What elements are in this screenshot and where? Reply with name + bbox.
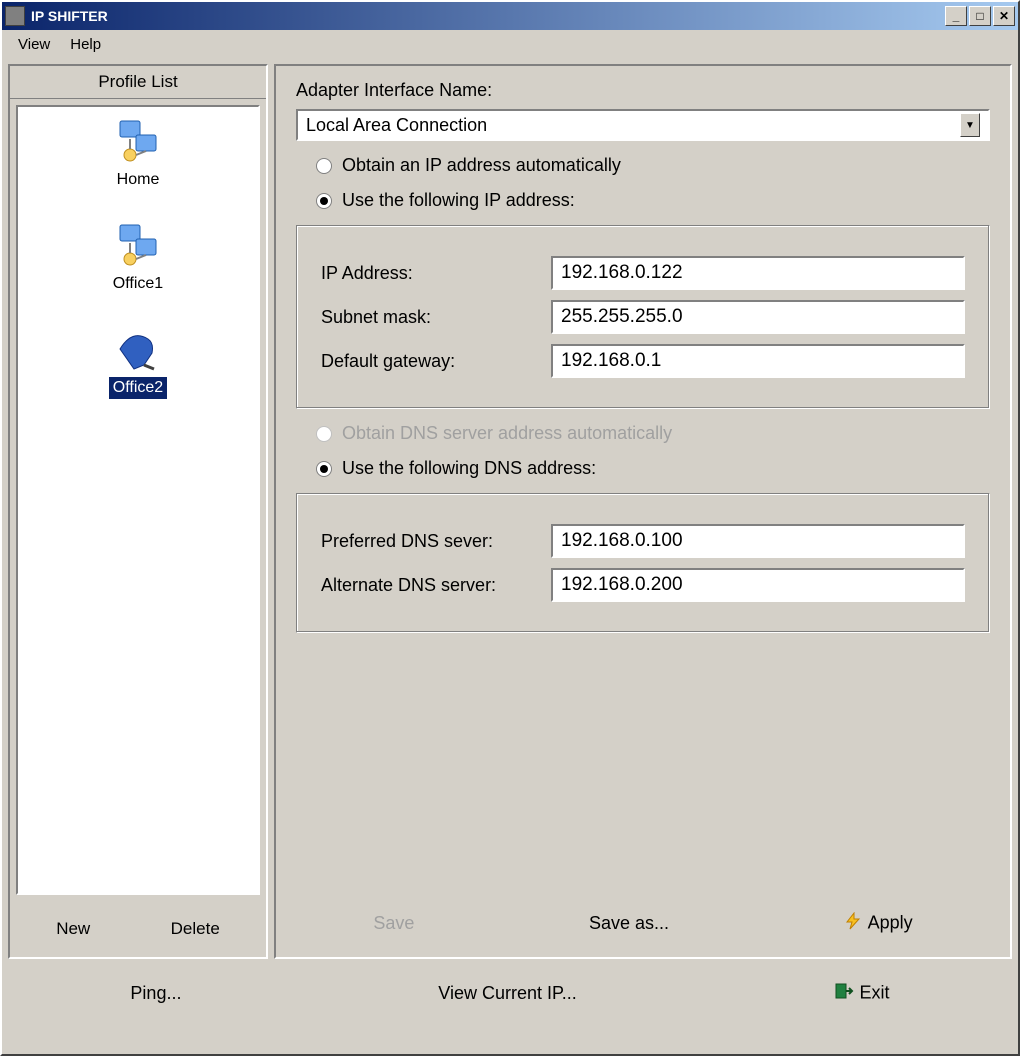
gateway-input[interactable]	[551, 344, 965, 378]
alt-dns-label: Alternate DNS server:	[321, 575, 551, 596]
profile-item-home[interactable]: Home	[113, 117, 164, 191]
exit-button[interactable]: Exit	[820, 975, 904, 1012]
profile-list: Home Office1	[16, 105, 260, 895]
ip-fieldset: IP Address: Subnet mask: Default gateway…	[296, 225, 990, 409]
maximize-button[interactable]: □	[969, 6, 991, 26]
ip-address-input[interactable]	[551, 256, 965, 290]
dns-fieldset: Preferred DNS sever: Alternate DNS serve…	[296, 493, 990, 633]
radio-dns-auto: Obtain DNS server address automatically	[316, 423, 990, 444]
adapter-value: Local Area Connection	[306, 115, 487, 136]
network-icon	[114, 117, 162, 165]
exit-label: Exit	[860, 982, 890, 1002]
profile-panel: Profile List Home	[8, 64, 268, 959]
save-as-button[interactable]: Save as...	[575, 907, 683, 940]
profile-label: Home	[113, 169, 164, 191]
ip-address-label: IP Address:	[321, 263, 551, 284]
title-bar: IP SHIFTER _ □ ✕	[2, 2, 1018, 30]
radio-icon	[316, 461, 332, 477]
exit-icon	[834, 981, 854, 1006]
pref-dns-label: Preferred DNS sever:	[321, 531, 551, 552]
save-button: Save	[359, 907, 428, 940]
profile-item-office2[interactable]: Office2	[109, 325, 167, 399]
menu-bar: View Help	[2, 30, 1018, 58]
network-icon	[114, 221, 162, 269]
lightning-icon	[844, 912, 862, 935]
settings-panel: Adapter Interface Name: Local Area Conne…	[274, 64, 1012, 959]
content-area: Profile List Home	[2, 58, 1018, 965]
close-button[interactable]: ✕	[993, 6, 1015, 26]
alt-dns-input[interactable]	[551, 568, 965, 602]
radio-icon	[316, 426, 332, 442]
radio-label: Use the following IP address:	[342, 190, 575, 211]
radio-label: Obtain an IP address automatically	[342, 155, 621, 176]
radio-ip-auto[interactable]: Obtain an IP address automatically	[316, 155, 990, 176]
delete-button[interactable]: Delete	[157, 913, 234, 945]
radio-icon	[316, 158, 332, 174]
radio-ip-manual[interactable]: Use the following IP address:	[316, 190, 990, 211]
profile-item-office1[interactable]: Office1	[109, 221, 167, 295]
app-icon	[5, 6, 25, 26]
apply-button[interactable]: Apply	[830, 906, 927, 941]
window-controls: _ □ ✕	[945, 6, 1015, 26]
app-window: IP SHIFTER _ □ ✕ View Help Profile List	[0, 0, 1020, 1056]
radio-label: Obtain DNS server address automatically	[342, 423, 672, 444]
bottom-bar: Ping... View Current IP... Exit	[2, 965, 1018, 1022]
radio-label: Use the following DNS address:	[342, 458, 596, 479]
action-buttons: Save Save as... Apply	[276, 890, 1010, 957]
profile-label: Office2	[109, 377, 167, 399]
radio-icon	[316, 193, 332, 209]
adapter-dropdown[interactable]: Local Area Connection ▼	[296, 109, 990, 141]
pref-dns-input[interactable]	[551, 524, 965, 558]
gateway-label: Default gateway:	[321, 351, 551, 372]
profile-buttons: New Delete	[10, 901, 266, 957]
ping-button[interactable]: Ping...	[116, 977, 195, 1010]
view-current-ip-button[interactable]: View Current IP...	[424, 977, 590, 1010]
network-icon-selected	[114, 325, 162, 373]
profile-label: Office1	[109, 273, 167, 295]
new-button[interactable]: New	[42, 913, 104, 945]
chevron-down-icon: ▼	[960, 113, 980, 137]
subnet-input[interactable]	[551, 300, 965, 334]
apply-label: Apply	[868, 912, 913, 932]
adapter-label: Adapter Interface Name:	[296, 80, 990, 101]
settings-form: Adapter Interface Name: Local Area Conne…	[276, 66, 1010, 890]
minimize-button[interactable]: _	[945, 6, 967, 26]
profile-list-header: Profile List	[10, 66, 266, 99]
menu-help[interactable]: Help	[60, 32, 111, 57]
subnet-label: Subnet mask:	[321, 307, 551, 328]
menu-view[interactable]: View	[8, 32, 60, 57]
radio-dns-manual[interactable]: Use the following DNS address:	[316, 458, 990, 479]
window-title: IP SHIFTER	[31, 8, 945, 24]
